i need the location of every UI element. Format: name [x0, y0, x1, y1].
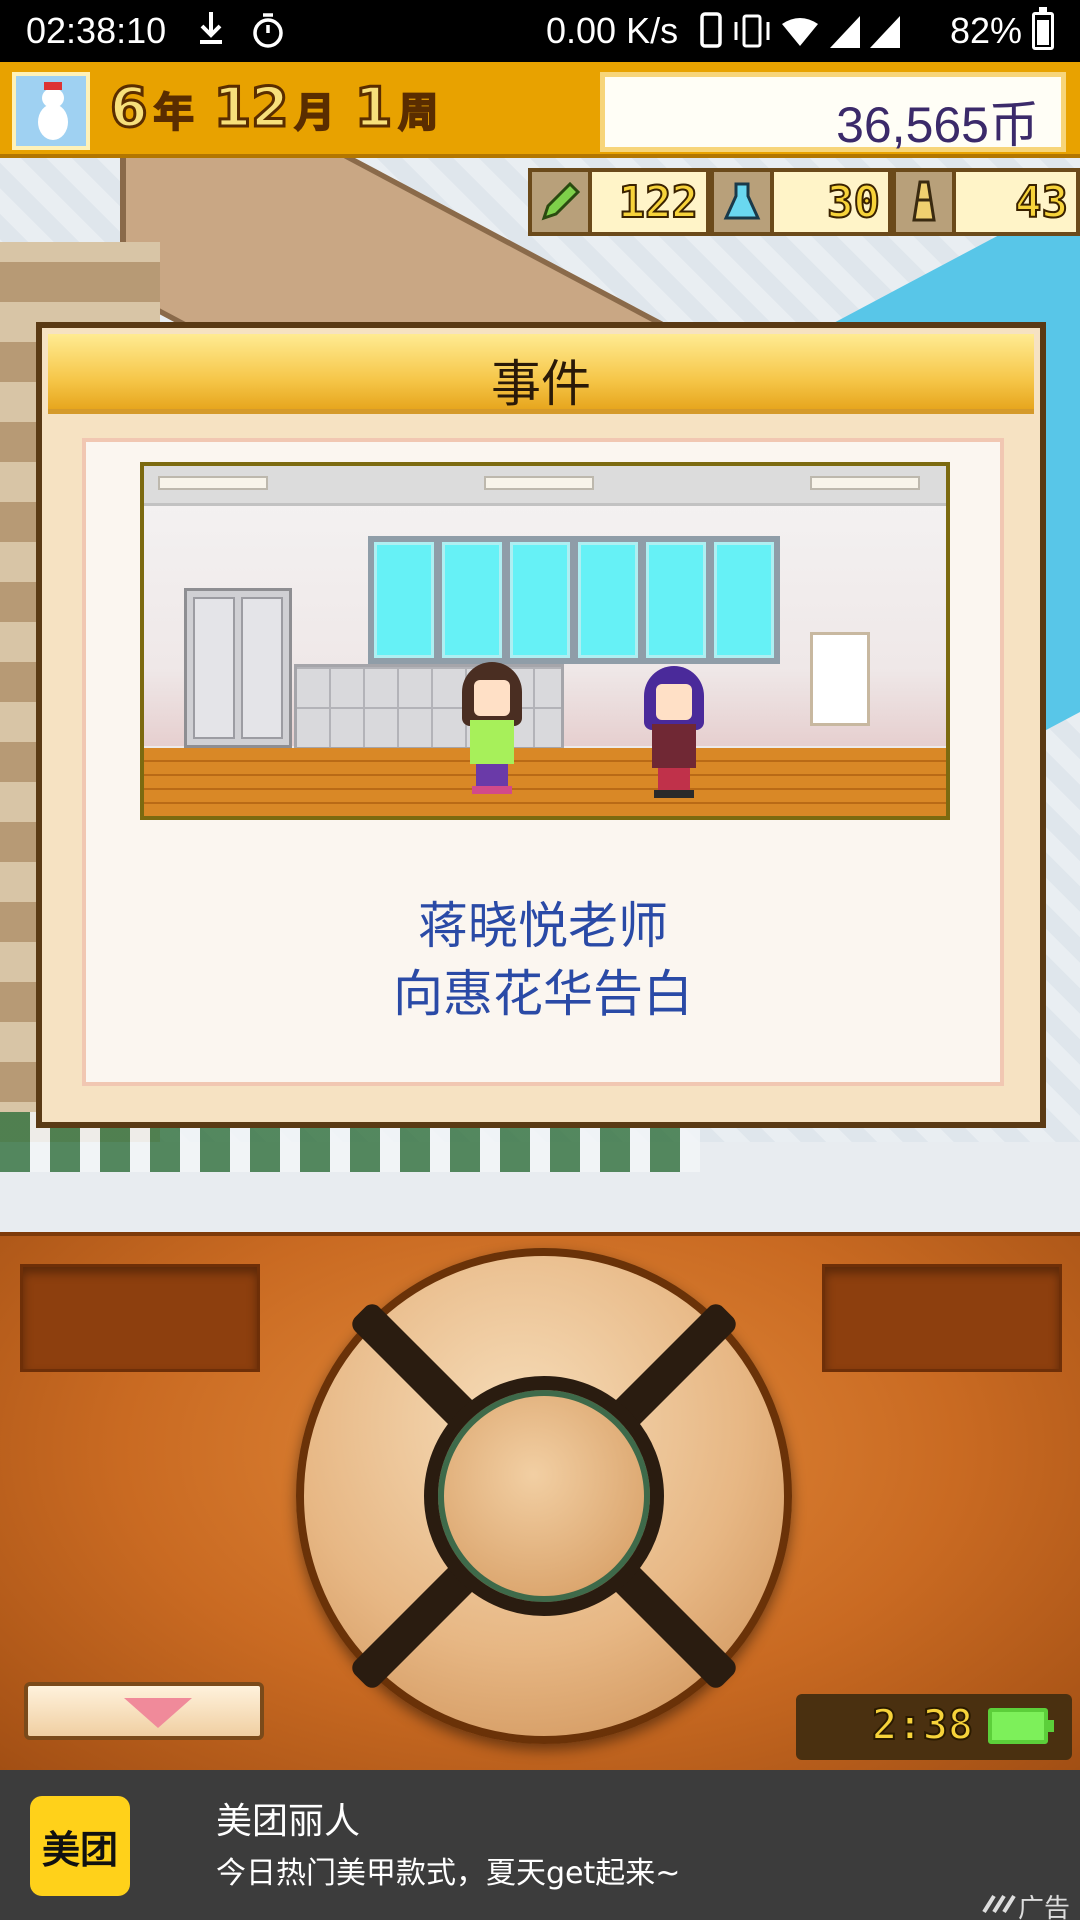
- status-icons: [700, 12, 900, 48]
- network-speed: 0.00 K/s: [546, 10, 679, 51]
- dpad[interactable]: [296, 1248, 792, 1744]
- ad-banner[interactable]: 美团 美团丽人 今日热门美甲款式，夏天get起来~ 广告: [0, 1770, 1080, 1920]
- event-scene-image: [140, 462, 950, 820]
- status-time: 02:38:10: [26, 10, 167, 51]
- ad-mark-icon: [982, 1894, 1016, 1914]
- dpad-center-button[interactable]: [424, 1376, 664, 1616]
- battery-icon: [1032, 7, 1054, 50]
- resource-bar: 122 30 43: [528, 168, 1080, 236]
- event-line-1: 蒋晓悦老师: [418, 897, 668, 955]
- event-line-2: 向惠花华告白: [393, 965, 693, 1023]
- money-value: 36,565币: [836, 97, 1039, 153]
- status-bar: 02:38:10 0.00 K/s 82%: [0, 0, 1080, 62]
- vibrate-icon: [734, 14, 770, 48]
- ad-logo: 美团: [30, 1796, 130, 1896]
- week-unit: 周: [397, 89, 439, 137]
- week-number: 1: [353, 75, 394, 141]
- clock-time: 2:38: [871, 1699, 974, 1750]
- right-action-slot[interactable]: [822, 1264, 1062, 1372]
- shoe-shelf: [294, 664, 564, 750]
- classroom-window: [368, 536, 780, 664]
- tower-value: 43: [956, 168, 1080, 236]
- battery-icon: [988, 1708, 1054, 1744]
- month-unit: 月: [294, 89, 336, 137]
- signal-icon: [870, 16, 900, 48]
- dialog-body: 蒋晓悦老师 向惠花华告白: [82, 438, 1004, 1086]
- flask-icon: [710, 168, 774, 236]
- month-number: 12: [212, 75, 290, 141]
- year-number: 6: [109, 75, 150, 141]
- flask-value: 30: [774, 168, 892, 236]
- battery-percent: 82%: [950, 10, 1023, 51]
- money-display: 36,565币: [600, 72, 1066, 153]
- ad-title: 美团丽人: [216, 1801, 361, 1842]
- tower-icon: [892, 168, 956, 236]
- locker: [184, 588, 292, 748]
- game-clock: 2:38: [796, 1694, 1072, 1760]
- download-icon: [200, 12, 222, 44]
- top-hud: 6 年 12 月 1 周 36,565币: [0, 62, 1080, 158]
- pencil-value: 122: [592, 168, 710, 236]
- pencil-icon: [528, 168, 592, 236]
- triangle-down-icon: [124, 1698, 192, 1728]
- wifi-icon: [782, 18, 818, 46]
- phone-icon: [700, 12, 722, 48]
- dialog-title: 事件: [491, 355, 591, 413]
- left-action-slot[interactable]: [20, 1264, 260, 1372]
- game-date: 6 年 12 月 1 周: [109, 75, 452, 146]
- snowman-icon[interactable]: [12, 72, 90, 150]
- menu-toggle-button[interactable]: [24, 1682, 264, 1740]
- signal-icon: [830, 16, 860, 48]
- ad-label: 广告: [1017, 1894, 1070, 1920]
- notice-board: [810, 632, 870, 726]
- year-unit: 年: [153, 89, 195, 137]
- event-dialog[interactable]: 事件 蒋晓悦老师 向惠花华告白: [36, 322, 1046, 1128]
- ad-description: 今日热门美甲款式，夏天get起来~: [216, 1856, 681, 1891]
- event-message: 蒋晓悦老师 向惠花华告白: [86, 892, 1000, 1028]
- dialog-header: 事件: [48, 334, 1034, 414]
- timer-icon: [253, 13, 283, 48]
